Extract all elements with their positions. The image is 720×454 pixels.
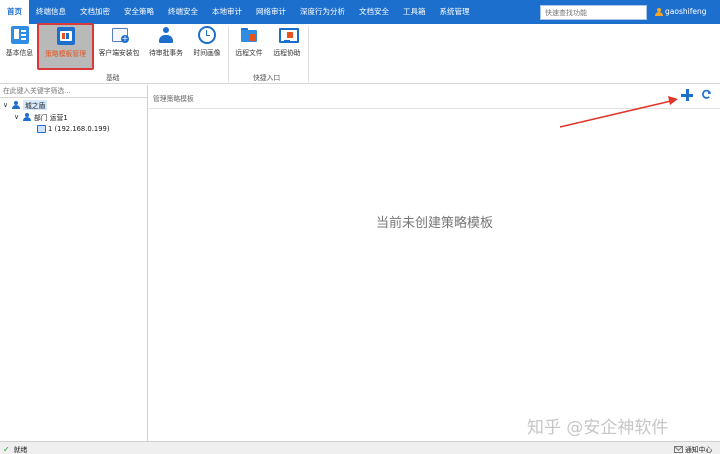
tree-root-label: 城之盾	[23, 100, 48, 110]
menu-network-audit[interactable]: 网络审计	[249, 0, 293, 24]
group-label-basic: 基础	[106, 74, 120, 82]
pending-approval-button[interactable]: 待审批事务	[145, 24, 187, 70]
menu-local-audit[interactable]: 本地审计	[205, 0, 249, 24]
menu-system-admin[interactable]: 系统管理	[433, 0, 477, 24]
remote-assist-button[interactable]: 远程协助	[269, 24, 305, 70]
status-ready: ✓ 就绪	[3, 444, 27, 454]
department-icon	[23, 112, 32, 122]
policy-template-label: 策略模板管理	[45, 50, 86, 58]
status-bar: ✓ 就绪 通知中心	[0, 441, 720, 454]
install-package-icon	[110, 26, 129, 44]
mail-icon	[674, 445, 683, 453]
menu-home[interactable]: 首页	[0, 0, 29, 24]
check-icon: ✓	[3, 444, 10, 454]
basic-info-button[interactable]: 基本信息	[3, 24, 36, 70]
remote-assist-icon	[278, 26, 299, 44]
tree-device-label: 1 (192.168.0.199)	[48, 125, 110, 133]
empty-state-message: 当前未创建策略模板	[375, 216, 493, 231]
menu-doc-encrypt[interactable]: 文档加密	[73, 0, 117, 24]
menu-behavior-analysis[interactable]: 深度行为分析	[293, 0, 352, 24]
policy-template-panel: 管理策略模板 当前未创建策略模板	[149, 85, 720, 441]
panel-header: 管理策略模板	[149, 85, 720, 109]
add-template-button[interactable]	[681, 89, 693, 101]
tree-department-label: 部门 运营1	[34, 114, 68, 122]
basic-info-label: 基本信息	[5, 49, 34, 57]
group-divider	[308, 26, 309, 82]
chevron-down-icon[interactable]: ∨	[3, 101, 10, 109]
tree-node-department[interactable]: ∨ 部门 运营1	[14, 111, 68, 123]
menu-terminal-info[interactable]: 终端信息	[29, 0, 73, 24]
time-profile-label: 时间画像	[193, 49, 221, 57]
group-divider	[228, 26, 229, 82]
computer-icon	[37, 125, 46, 133]
tree-node-root[interactable]: ∨ 城之盾	[3, 99, 48, 111]
client-package-button[interactable]: 客户端安装包	[95, 24, 143, 70]
notification-center-button[interactable]: 通知中心	[674, 444, 712, 454]
client-package-label: 客户端安装包	[98, 49, 140, 57]
notification-center-label: 通知中心	[685, 446, 713, 454]
remote-file-label: 远程文件	[235, 49, 263, 57]
quick-search-input[interactable]	[540, 5, 647, 20]
status-ready-label: 就绪	[13, 446, 28, 454]
menu-doc-security[interactable]: 文档安全	[352, 0, 396, 24]
user-account[interactable]: gaoshifeng	[654, 0, 706, 24]
info-card-icon	[10, 26, 29, 44]
time-profile-button[interactable]: 时间画像	[189, 24, 225, 70]
pending-approval-label: 待审批事务	[149, 49, 183, 57]
policy-template-button[interactable]: 策略模板管理	[37, 23, 94, 70]
menu-security-policy[interactable]: 安全策略	[117, 0, 161, 24]
approval-user-icon	[157, 26, 175, 44]
clock-icon	[198, 26, 216, 44]
org-group-icon	[12, 100, 21, 110]
remote-folder-icon	[240, 26, 258, 44]
refresh-icon[interactable]	[701, 89, 712, 100]
remote-assist-label: 远程协助	[273, 49, 301, 57]
tree-node-device[interactable]: 1 (192.168.0.199)	[37, 123, 110, 135]
watermark-text: 知乎 @安企神软件	[527, 418, 669, 438]
menu-toolbox[interactable]: 工具箱	[396, 0, 433, 24]
org-tree-panel: ∨ 城之盾 ∨ 部门 运营1 1 (192.168.0.199)	[0, 85, 148, 441]
remote-file-button[interactable]: 远程文件	[231, 24, 267, 70]
panel-title: 管理策略模板	[153, 95, 194, 103]
tree-filter-input[interactable]	[0, 85, 147, 98]
chevron-down-icon[interactable]: ∨	[14, 113, 21, 121]
group-label-quick: 快捷入口	[253, 74, 281, 82]
user-icon	[654, 7, 663, 17]
username: gaoshifeng	[665, 7, 707, 16]
policy-template-icon	[56, 27, 75, 45]
menu-terminal-security[interactable]: 终端安全	[161, 0, 205, 24]
ribbon-toolbar: 基本信息 策略模板管理 客户端安装包 待审批事务 时间画像 基础 远程文件 远程…	[0, 23, 720, 84]
